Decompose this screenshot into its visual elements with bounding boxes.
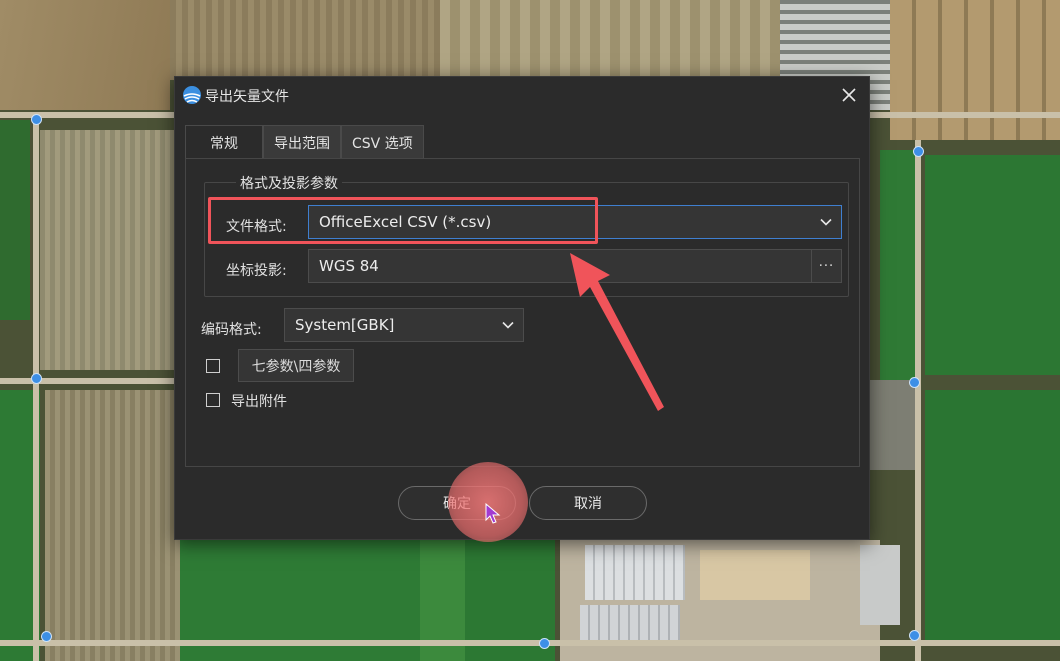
dialog-titlebar[interactable]: 导出矢量文件 <box>175 77 869 113</box>
group-title: 格式及投影参数 <box>236 173 342 193</box>
cancel-button[interactable]: 取消 <box>529 486 647 520</box>
seven-param-checkbox[interactable] <box>206 359 220 373</box>
export-attachment-label[interactable]: 导出附件 <box>231 391 287 411</box>
map-building <box>700 550 810 600</box>
map-field <box>0 120 30 320</box>
map-road <box>0 378 180 384</box>
map-road <box>0 640 1060 646</box>
close-icon <box>842 88 856 102</box>
map-vertex-marker[interactable] <box>909 377 920 388</box>
file-format-highlight <box>208 197 598 244</box>
map-building <box>860 545 900 625</box>
map-building <box>580 605 680 645</box>
app-logo-icon <box>183 86 201 104</box>
tab-csv-options[interactable]: CSV 选项 <box>341 125 424 159</box>
map-building <box>585 545 685 600</box>
dialog-title: 导出矢量文件 <box>205 89 289 105</box>
click-indicator <box>448 462 528 542</box>
projection-value: WGS 84 <box>319 257 379 275</box>
tab-export-range[interactable]: 导出范围 <box>263 125 341 159</box>
pointer-arrow-icon <box>570 253 664 411</box>
tab-general[interactable]: 常规 <box>185 125 263 159</box>
map-field <box>880 150 920 380</box>
chevron-down-icon <box>502 321 514 329</box>
map-field <box>925 390 1060 640</box>
close-button[interactable] <box>835 81 863 109</box>
map-field <box>170 0 440 80</box>
projection-label: 坐标投影: <box>226 263 287 279</box>
tab-bar: 常规 导出范围 CSV 选项 <box>185 125 424 159</box>
encoding-label: 编码格式: <box>201 322 262 338</box>
map-road <box>915 140 921 661</box>
export-attachment-checkbox[interactable] <box>206 393 220 407</box>
map-vertex-marker[interactable] <box>913 146 924 157</box>
map-field <box>925 155 1060 375</box>
map-vertex-marker[interactable] <box>31 114 42 125</box>
map-road <box>33 115 39 661</box>
mouse-cursor-icon <box>485 503 501 524</box>
encoding-select[interactable]: System[GBK] <box>284 308 524 342</box>
seven-four-param-button[interactable]: 七参数\四参数 <box>238 349 354 382</box>
map-field <box>40 130 180 370</box>
chevron-down-icon <box>820 218 832 226</box>
map-vertex-marker[interactable] <box>31 373 42 384</box>
map-vertex-marker[interactable] <box>41 631 52 642</box>
map-field <box>0 0 170 110</box>
map-field <box>45 390 180 661</box>
map-field <box>890 0 1060 140</box>
map-vertex-marker[interactable] <box>539 638 550 649</box>
map-field <box>440 0 780 80</box>
export-vector-dialog: 导出矢量文件 常规 导出范围 CSV 选项 格式及投影参数 文件格式: Offi… <box>174 76 870 540</box>
encoding-value: System[GBK] <box>295 316 395 334</box>
map-vertex-marker[interactable] <box>909 630 920 641</box>
map-village <box>870 380 920 470</box>
projection-browse-button[interactable]: ··· <box>811 249 842 283</box>
